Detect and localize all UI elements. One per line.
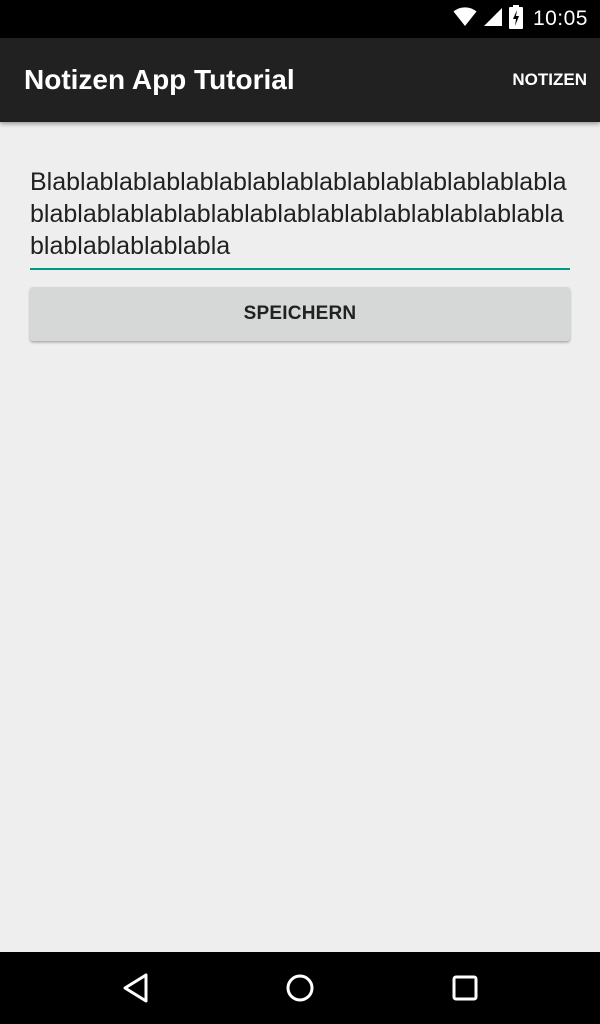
battery-charging-icon (508, 4, 523, 34)
content-area: Blablablablablablablablablablablablablab… (0, 122, 600, 952)
status-bar: 10:05 (0, 0, 600, 38)
app-title: Notizen App Tutorial (24, 64, 295, 95)
status-icons: 10:05 (447, 0, 588, 38)
app-bar: Notizen App Tutorial NOTIZEN (0, 38, 600, 122)
back-icon[interactable] (100, 952, 172, 1024)
note-text-field[interactable]: Blablablablablablablablablablablablablab… (30, 166, 570, 270)
status-time: 10:05 (532, 7, 588, 30)
wifi-icon (453, 6, 477, 32)
navigation-bar (0, 952, 600, 1024)
cell-signal-icon (483, 7, 503, 32)
save-button[interactable]: SPEICHERN (30, 287, 570, 341)
recents-icon[interactable] (429, 952, 501, 1024)
home-icon[interactable] (264, 952, 336, 1024)
notizen-action-button[interactable]: NOTIZEN (512, 38, 587, 122)
